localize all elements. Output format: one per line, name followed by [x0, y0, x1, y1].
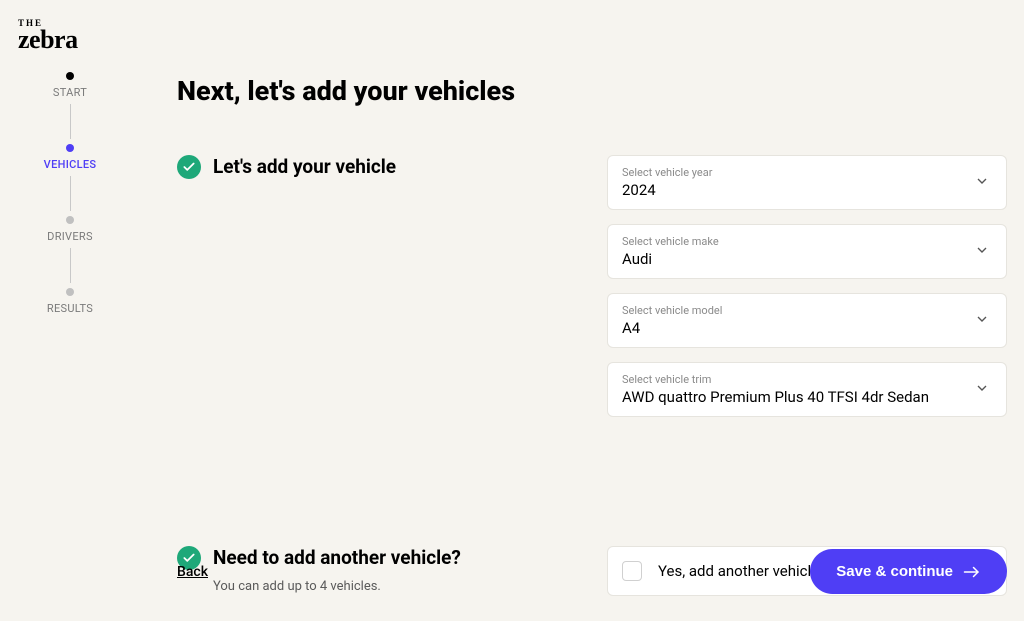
chevron-down-icon — [974, 173, 990, 193]
chevron-down-icon — [974, 380, 990, 400]
arrow-right-icon — [963, 565, 981, 579]
step-connector — [70, 248, 71, 283]
year-select[interactable]: Select vehicle year 2024 — [607, 155, 1007, 210]
model-value: A4 — [622, 319, 992, 337]
chevron-down-icon — [974, 242, 990, 262]
vehicle-section-title: Let's add your vehicle — [213, 155, 396, 180]
year-label: Select vehicle year — [622, 166, 992, 179]
make-value: Audi — [622, 250, 992, 268]
section-left: Let's add your vehicle — [177, 155, 607, 180]
step-dot-drivers — [66, 216, 74, 224]
save-continue-label: Save & continue — [836, 563, 953, 580]
section-right: Select vehicle year 2024 Select vehicle … — [607, 155, 1007, 431]
trim-value: AWD quattro Premium Plus 40 TFSI 4dr Sed… — [622, 388, 992, 406]
model-label: Select vehicle model — [622, 304, 992, 317]
step-label-drivers: DRIVERS — [47, 230, 93, 243]
vehicle-section: Let's add your vehicle Select vehicle ye… — [177, 155, 1007, 431]
chevron-down-icon — [974, 311, 990, 331]
step-connector — [70, 176, 71, 211]
logo-main: zebra — [18, 25, 78, 54]
model-select[interactable]: Select vehicle model A4 — [607, 293, 1007, 348]
step-dot-results — [66, 288, 74, 296]
make-select[interactable]: Select vehicle make Audi — [607, 224, 1007, 279]
step-connector — [70, 104, 71, 139]
trim-label: Select vehicle trim — [622, 373, 992, 386]
step-label-results: RESULTS — [47, 302, 93, 315]
back-link[interactable]: Back — [177, 564, 208, 580]
save-continue-button[interactable]: Save & continue — [810, 549, 1007, 594]
make-label: Select vehicle make — [622, 235, 992, 248]
step-dot-start — [66, 72, 74, 80]
main-content: Next, let's add your vehicles Let's add … — [177, 75, 1007, 621]
step-label-vehicles: VEHICLES — [44, 158, 97, 171]
trim-select[interactable]: Select vehicle trim AWD quattro Premium … — [607, 362, 1007, 417]
step-dot-vehicles — [66, 144, 74, 152]
year-value: 2024 — [622, 181, 992, 199]
logo[interactable]: THE zebra — [18, 18, 78, 53]
progress-stepper: START VEHICLES DRIVERS RESULTS — [35, 72, 105, 315]
footer: Back Save & continue — [177, 549, 1007, 594]
step-label-start: START — [53, 86, 87, 99]
check-icon — [177, 155, 201, 179]
page-title: Next, let's add your vehicles — [177, 75, 1007, 107]
